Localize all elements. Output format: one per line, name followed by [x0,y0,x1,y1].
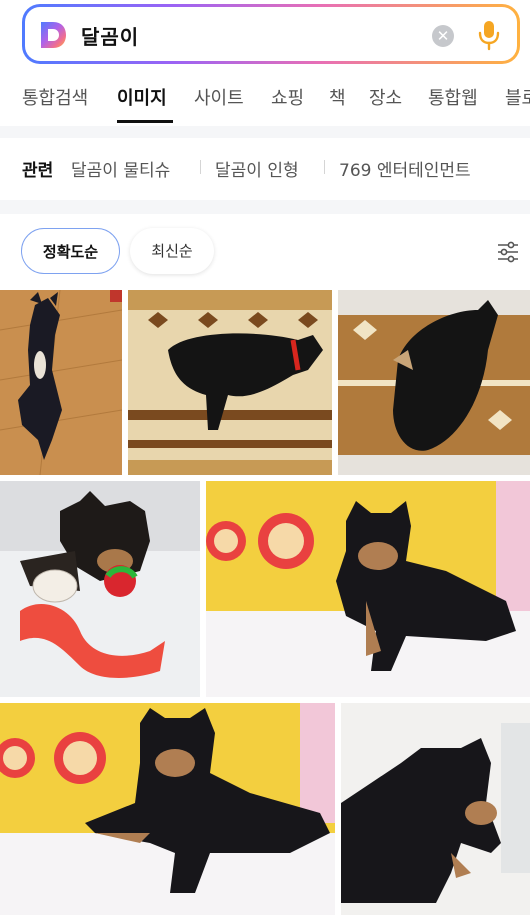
related-searches: 관련 달곰이 물티슈 달곰이 인형 769 엔터테인먼트 [0,138,530,200]
search-bar-frame: 달곰이 ✕ [22,4,520,64]
sort-bar: 정확도순 최신순 [0,214,530,286]
filter-sliders-icon[interactable] [496,240,520,264]
divider [0,200,530,214]
puppy-photo [206,481,530,697]
tab-site[interactable]: 사이트 [194,84,244,110]
tab-blog[interactable]: 블로 [505,84,530,110]
image-result[interactable] [128,290,332,475]
puppy-photo [0,703,335,915]
puppy-photo [0,481,200,697]
image-result[interactable] [338,290,530,475]
tab-web[interactable]: 통합웹 [428,84,478,110]
tab-image[interactable]: 이미지 [117,84,167,110]
image-result[interactable] [0,703,335,915]
image-result[interactable] [0,481,200,697]
separator [324,160,325,174]
search-input[interactable]: 달곰이 [81,21,139,50]
mic-icon[interactable] [477,19,501,51]
black-dog-photo [128,290,332,475]
separator [200,160,201,174]
puppy-photo [341,703,530,915]
tab-book[interactable]: 책 [329,84,346,110]
tab-place[interactable]: 장소 [369,84,402,110]
tab-shopping[interactable]: 쇼핑 [271,84,304,110]
active-tab-indicator [117,120,173,123]
sort-accuracy-button[interactable]: 정확도순 [21,228,120,274]
search-tabs: 통합검색 이미지 사이트 쇼핑 책 장소 통합웹 블로 [0,64,530,126]
divider [0,126,530,138]
black-dog-photo [0,290,122,475]
image-result[interactable] [206,481,530,697]
image-result[interactable] [0,290,122,475]
tab-all[interactable]: 통합검색 [22,84,88,110]
image-result[interactable] [341,703,530,915]
image-search-page: 달곰이 ✕ 통합검색 이미지 사이트 쇼핑 책 장소 통합웹 블로 관련 달곰이… [0,0,530,915]
related-title: 관련 [22,161,54,181]
related-item[interactable]: 달곰이 인형 [215,156,299,181]
related-item[interactable]: 달곰이 물티슈 [71,156,170,181]
related-item[interactable]: 769 엔터테인먼트 [339,156,471,181]
daum-logo-icon[interactable] [38,20,68,50]
sort-latest-button[interactable]: 최신순 [130,228,214,274]
clear-icon[interactable]: ✕ [432,25,454,47]
black-dog-photo [338,290,530,475]
search-bar[interactable]: 달곰이 ✕ [25,7,517,61]
